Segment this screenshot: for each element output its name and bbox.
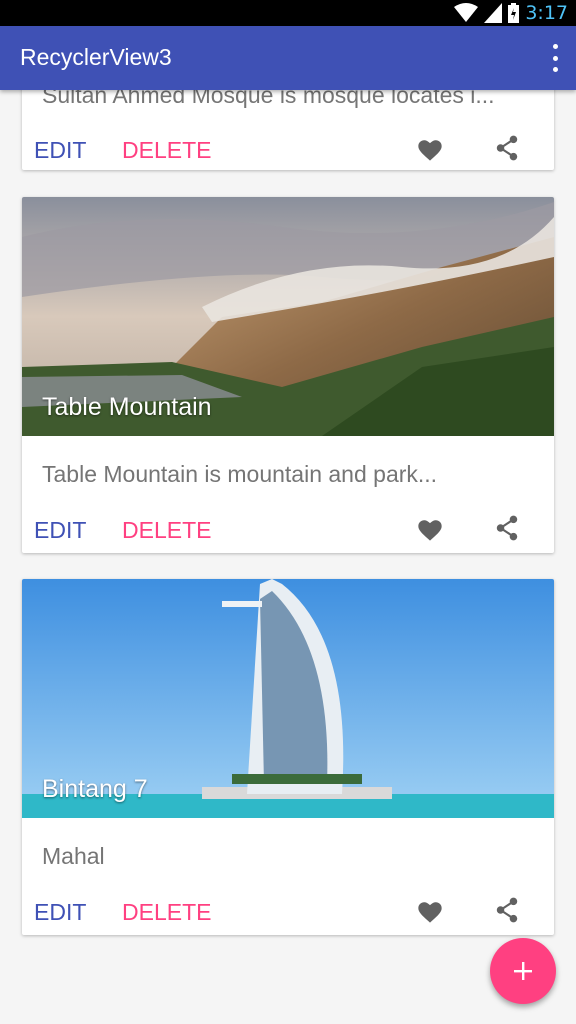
list-item-card: Bintang 7 Mahal EDIT DELETE — [22, 579, 554, 935]
add-fab-button[interactable] — [490, 938, 556, 1004]
more-vert-icon[interactable] — [548, 44, 562, 72]
card-title: Table Mountain — [42, 393, 212, 421]
delete-button[interactable]: DELETE — [122, 517, 211, 544]
card-image[interactable]: Bintang 7 — [22, 579, 554, 818]
share-icon[interactable] — [494, 514, 520, 542]
status-time: 3:17 — [525, 2, 568, 24]
list-item-card: Sultan Ahmed Mosque is mosque locates i.… — [22, 90, 554, 170]
card-description: Sultan Ahmed Mosque is mosque locates i.… — [42, 90, 495, 108]
delete-button[interactable]: DELETE — [122, 899, 211, 926]
recycler-list[interactable]: Sultan Ahmed Mosque is mosque locates i.… — [0, 90, 576, 1024]
card-title: Bintang 7 — [42, 775, 148, 803]
wifi-icon — [454, 3, 479, 22]
edit-button[interactable]: EDIT — [34, 517, 86, 544]
status-bar: 3:17 — [0, 0, 576, 26]
edit-button[interactable]: EDIT — [34, 899, 86, 926]
card-image[interactable]: Table Mountain — [22, 197, 554, 436]
share-icon[interactable] — [494, 134, 520, 162]
delete-button[interactable]: DELETE — [122, 137, 211, 164]
edit-button[interactable]: EDIT — [34, 137, 86, 164]
app-title: RecyclerView3 — [20, 44, 172, 70]
card-description: Table Mountain is mountain and park... — [42, 461, 438, 487]
card-description: Mahal — [42, 843, 105, 869]
signal-icon — [484, 3, 503, 23]
app-bar: RecyclerView3 — [0, 26, 576, 90]
favorite-icon[interactable] — [416, 136, 444, 162]
battery-icon — [508, 3, 520, 23]
list-item-card: Table Mountain Table Mountain is mountai… — [22, 197, 554, 553]
favorite-icon[interactable] — [416, 516, 444, 542]
favorite-icon[interactable] — [416, 898, 444, 924]
share-icon[interactable] — [494, 896, 520, 924]
add-icon — [514, 962, 532, 980]
